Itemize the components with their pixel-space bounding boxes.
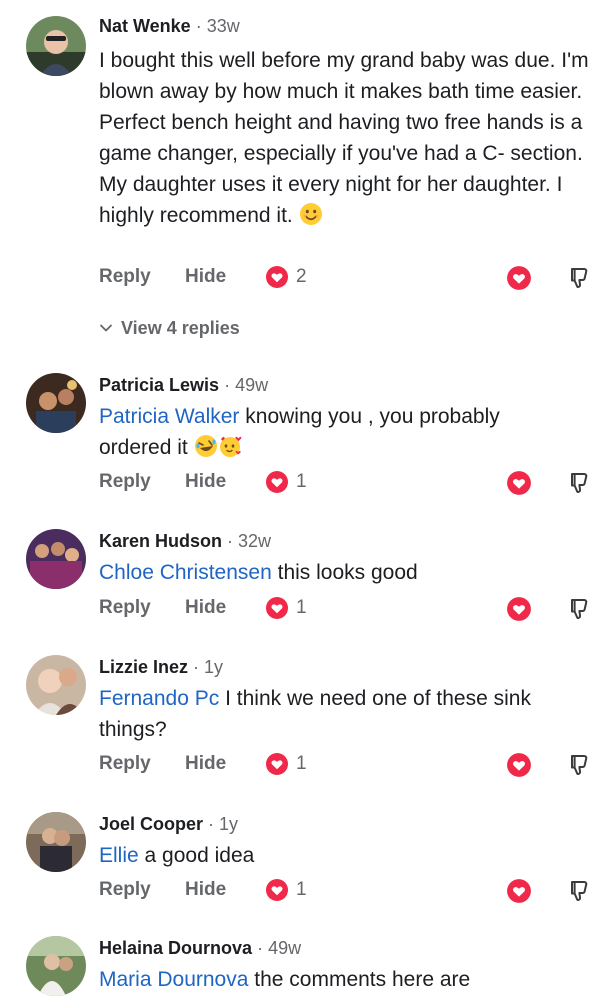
comment-actions: Reply Hide 1 bbox=[0, 593, 610, 623]
reply-button[interactable]: Reply bbox=[99, 875, 151, 905]
comment-actions: Reply Hide 1 bbox=[0, 875, 610, 905]
reaction-count: 1 bbox=[296, 471, 307, 492]
timestamp[interactable]: 33w bbox=[207, 16, 240, 36]
reaction-count: 1 bbox=[296, 597, 307, 618]
author-name[interactable]: Karen Hudson bbox=[99, 531, 222, 551]
timestamp[interactable]: 1y bbox=[219, 814, 238, 834]
avatar[interactable] bbox=[26, 936, 86, 996]
love-react-icon[interactable] bbox=[506, 752, 532, 778]
avatar[interactable] bbox=[26, 16, 86, 76]
timestamp[interactable]: 1y bbox=[204, 657, 223, 677]
hide-button[interactable]: Hide bbox=[185, 593, 226, 623]
mention-link[interactable]: Maria Dournova bbox=[99, 968, 248, 991]
mention-link[interactable]: Fernando Pc bbox=[99, 687, 219, 710]
reaction-count: 1 bbox=[296, 879, 307, 900]
hide-button[interactable]: Hide bbox=[185, 262, 226, 292]
love-react-icon[interactable] bbox=[506, 265, 532, 291]
reply-button[interactable]: Reply bbox=[99, 262, 151, 292]
hide-button[interactable]: Hide bbox=[185, 467, 226, 497]
author-name[interactable]: Patricia Lewis bbox=[99, 375, 219, 395]
thumbs-down-icon[interactable] bbox=[567, 470, 593, 496]
thumbs-down-icon[interactable] bbox=[567, 596, 593, 622]
comment-actions: Reply Hide 1 bbox=[0, 749, 610, 779]
reaction-count: 1 bbox=[296, 753, 307, 774]
view-replies-link[interactable]: View 4 replies bbox=[99, 316, 240, 340]
smiling-face-emoji bbox=[299, 202, 323, 226]
avatar[interactable] bbox=[26, 529, 86, 589]
mention-link[interactable]: Ellie bbox=[99, 844, 139, 867]
reply-button[interactable]: Reply bbox=[99, 467, 151, 497]
comment-actions: Reply Hide 2 bbox=[0, 262, 610, 292]
avatar[interactable] bbox=[26, 373, 86, 433]
comment-actions: Reply Hide 1 bbox=[0, 467, 610, 497]
hide-button[interactable]: Hide bbox=[185, 875, 226, 905]
comment-text: Ellie a good idea bbox=[99, 844, 255, 867]
love-react-icon[interactable] bbox=[506, 596, 532, 622]
heart-reaction-icon bbox=[265, 878, 289, 902]
avatar[interactable] bbox=[26, 812, 86, 872]
heart-reaction-icon bbox=[265, 752, 289, 776]
author-name[interactable]: Lizzie Inez bbox=[99, 657, 188, 677]
timestamp[interactable]: 49w bbox=[235, 375, 268, 395]
comment-text: Maria Dournova the comments here are bbox=[99, 968, 471, 991]
author-name[interactable]: Joel Cooper bbox=[99, 814, 203, 834]
thumbs-down-icon[interactable] bbox=[567, 878, 593, 904]
timestamp[interactable]: 49w bbox=[268, 938, 301, 958]
thumbs-down-icon[interactable] bbox=[567, 265, 593, 291]
mention-link[interactable]: Patricia Walker bbox=[99, 405, 239, 428]
chevron-down-icon bbox=[99, 321, 113, 335]
heart-reaction-icon bbox=[265, 470, 289, 494]
avatar[interactable] bbox=[26, 655, 86, 715]
reply-button[interactable]: Reply bbox=[99, 749, 151, 779]
heart-reaction-icon bbox=[265, 265, 289, 289]
thumbs-down-icon[interactable] bbox=[567, 752, 593, 778]
reaction-count: 2 bbox=[296, 266, 307, 287]
heart-reaction-icon bbox=[265, 596, 289, 620]
comment-text: I bought this well before my grand baby … bbox=[99, 49, 589, 227]
author-name[interactable]: Helaina Dournova bbox=[99, 938, 252, 958]
hide-button[interactable]: Hide bbox=[185, 749, 226, 779]
rofl-emoji bbox=[194, 434, 218, 458]
author-name[interactable]: Nat Wenke bbox=[99, 16, 191, 36]
comment-text: Fernando Pc I think we need one of these… bbox=[99, 687, 531, 741]
love-react-icon[interactable] bbox=[506, 878, 532, 904]
smiling-face-with-hearts-emoji bbox=[218, 434, 242, 458]
comment-text: Chloe Christensen this looks good bbox=[99, 561, 418, 584]
timestamp[interactable]: 32w bbox=[238, 531, 271, 551]
love-react-icon[interactable] bbox=[506, 470, 532, 496]
mention-link[interactable]: Chloe Christensen bbox=[99, 561, 272, 584]
reply-button[interactable]: Reply bbox=[99, 593, 151, 623]
comment-text: Patricia Walker knowing you , you probab… bbox=[99, 405, 500, 459]
